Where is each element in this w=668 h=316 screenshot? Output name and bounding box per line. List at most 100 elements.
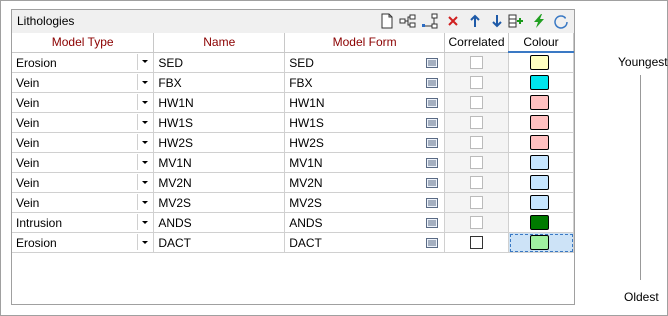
correlated-cell[interactable] [444,152,510,173]
move-down-icon[interactable] [488,12,506,30]
form-editor-icon[interactable] [426,177,439,188]
col-header-name[interactable]: Name [153,33,286,53]
dropdown-arrow-icon[interactable] [137,214,151,230]
form-editor-icon[interactable] [426,97,439,108]
hierarchy-down-icon[interactable] [421,12,439,30]
dropdown-arrow-icon[interactable] [137,53,151,70]
insert-row-icon[interactable] [507,12,525,30]
col-header-colour[interactable]: Colour [508,33,574,53]
new-icon[interactable] [378,12,396,30]
correlated-cell[interactable] [444,92,510,113]
name-cell[interactable]: DACT [153,232,286,253]
delete-icon[interactable] [444,12,462,30]
table-row[interactable]: Intrusion ANDS ANDS [12,212,574,233]
colour-swatch[interactable] [530,75,550,90]
name-cell[interactable]: HW1S [153,112,286,133]
name-cell[interactable]: FBX [153,72,286,93]
table-row[interactable]: Erosion DACT DACT [12,232,574,253]
colour-cell[interactable] [508,232,574,253]
correlated-checkbox[interactable] [470,55,484,69]
table-row[interactable]: Vein HW1S HW1S [12,112,574,133]
dropdown-arrow-icon[interactable] [137,234,151,250]
model-type-cell[interactable]: Vein [12,72,155,93]
model-type-cell[interactable]: Erosion [12,232,155,253]
refresh-icon[interactable] [552,12,570,30]
correlated-cell[interactable] [444,192,510,213]
model-form-cell[interactable]: HW1S [284,112,446,133]
dropdown-arrow-icon[interactable] [137,174,151,190]
form-editor-icon[interactable] [426,77,439,88]
model-type-cell[interactable]: Vein [12,112,155,133]
move-up-icon[interactable] [466,12,484,30]
colour-cell[interactable] [508,212,574,233]
correlated-checkbox[interactable] [470,236,484,249]
correlated-cell[interactable] [444,52,510,73]
model-form-cell[interactable]: HW2S [284,132,446,153]
form-editor-icon[interactable] [426,217,439,228]
form-editor-icon[interactable] [426,197,439,208]
correlated-checkbox[interactable] [470,176,484,189]
colour-cell[interactable] [508,132,574,153]
colour-swatch[interactable] [530,95,550,110]
colour-swatch[interactable] [530,195,550,210]
colour-cell[interactable] [508,92,574,113]
lightning-icon[interactable] [530,12,548,30]
correlated-cell[interactable] [444,72,510,93]
correlated-cell[interactable] [444,232,510,253]
model-form-cell[interactable]: MV2N [284,172,446,193]
model-form-cell[interactable]: FBX [284,72,446,93]
table-row[interactable]: Vein MV1N MV1N [12,152,574,173]
model-type-cell[interactable]: Vein [12,192,155,213]
name-cell[interactable]: MV2S [153,192,286,213]
correlated-cell[interactable] [444,172,510,193]
form-editor-icon[interactable] [426,157,439,168]
colour-swatch[interactable] [530,215,550,230]
table-row[interactable]: Erosion SED SED [12,52,574,73]
dropdown-arrow-icon[interactable] [137,94,151,110]
model-type-cell[interactable]: Vein [12,132,155,153]
dropdown-arrow-icon[interactable] [137,134,151,150]
dropdown-arrow-icon[interactable] [137,74,151,90]
name-cell[interactable]: MV2N [153,172,286,193]
name-cell[interactable]: HW2S [153,132,286,153]
correlated-checkbox[interactable] [470,116,484,129]
table-row[interactable]: Vein HW1N HW1N [12,92,574,113]
col-header-model-form[interactable]: Model Form [284,33,446,53]
model-type-cell[interactable]: Vein [12,92,155,113]
correlated-checkbox[interactable] [470,136,484,149]
model-form-cell[interactable]: SED [284,52,446,73]
colour-cell[interactable] [508,152,574,173]
colour-swatch[interactable] [530,155,550,170]
colour-swatch[interactable] [530,235,550,250]
model-type-cell[interactable]: Vein [12,172,155,193]
colour-cell[interactable] [508,52,574,73]
form-editor-icon[interactable] [426,137,439,148]
name-cell[interactable]: MV1N [153,152,286,173]
correlated-checkbox[interactable] [470,196,484,209]
colour-swatch[interactable] [530,55,550,70]
model-form-cell[interactable]: MV2S [284,192,446,213]
correlated-checkbox[interactable] [470,156,484,169]
correlated-checkbox[interactable] [470,96,484,109]
correlated-cell[interactable] [444,112,510,133]
form-editor-icon[interactable] [426,237,439,248]
model-type-cell[interactable]: Intrusion [12,212,155,233]
colour-cell[interactable] [508,112,574,133]
colour-swatch[interactable] [530,135,550,150]
model-type-cell[interactable]: Erosion [12,52,155,73]
col-header-model-type[interactable]: Model Type [12,33,155,53]
table-row[interactable]: Vein MV2N MV2N [12,172,574,193]
model-form-cell[interactable]: ANDS [284,212,446,233]
colour-cell[interactable] [508,192,574,213]
dropdown-arrow-icon[interactable] [137,114,151,130]
form-editor-icon[interactable] [426,57,439,68]
table-row[interactable]: Vein FBX FBX [12,72,574,93]
hierarchy-icon[interactable] [399,12,417,30]
dropdown-arrow-icon[interactable] [137,194,151,210]
name-cell[interactable]: SED [153,52,286,73]
form-editor-icon[interactable] [426,117,439,128]
col-header-correlated[interactable]: Correlated [444,33,510,53]
correlated-checkbox[interactable] [470,76,484,89]
colour-cell[interactable] [508,72,574,93]
name-cell[interactable]: ANDS [153,212,286,233]
